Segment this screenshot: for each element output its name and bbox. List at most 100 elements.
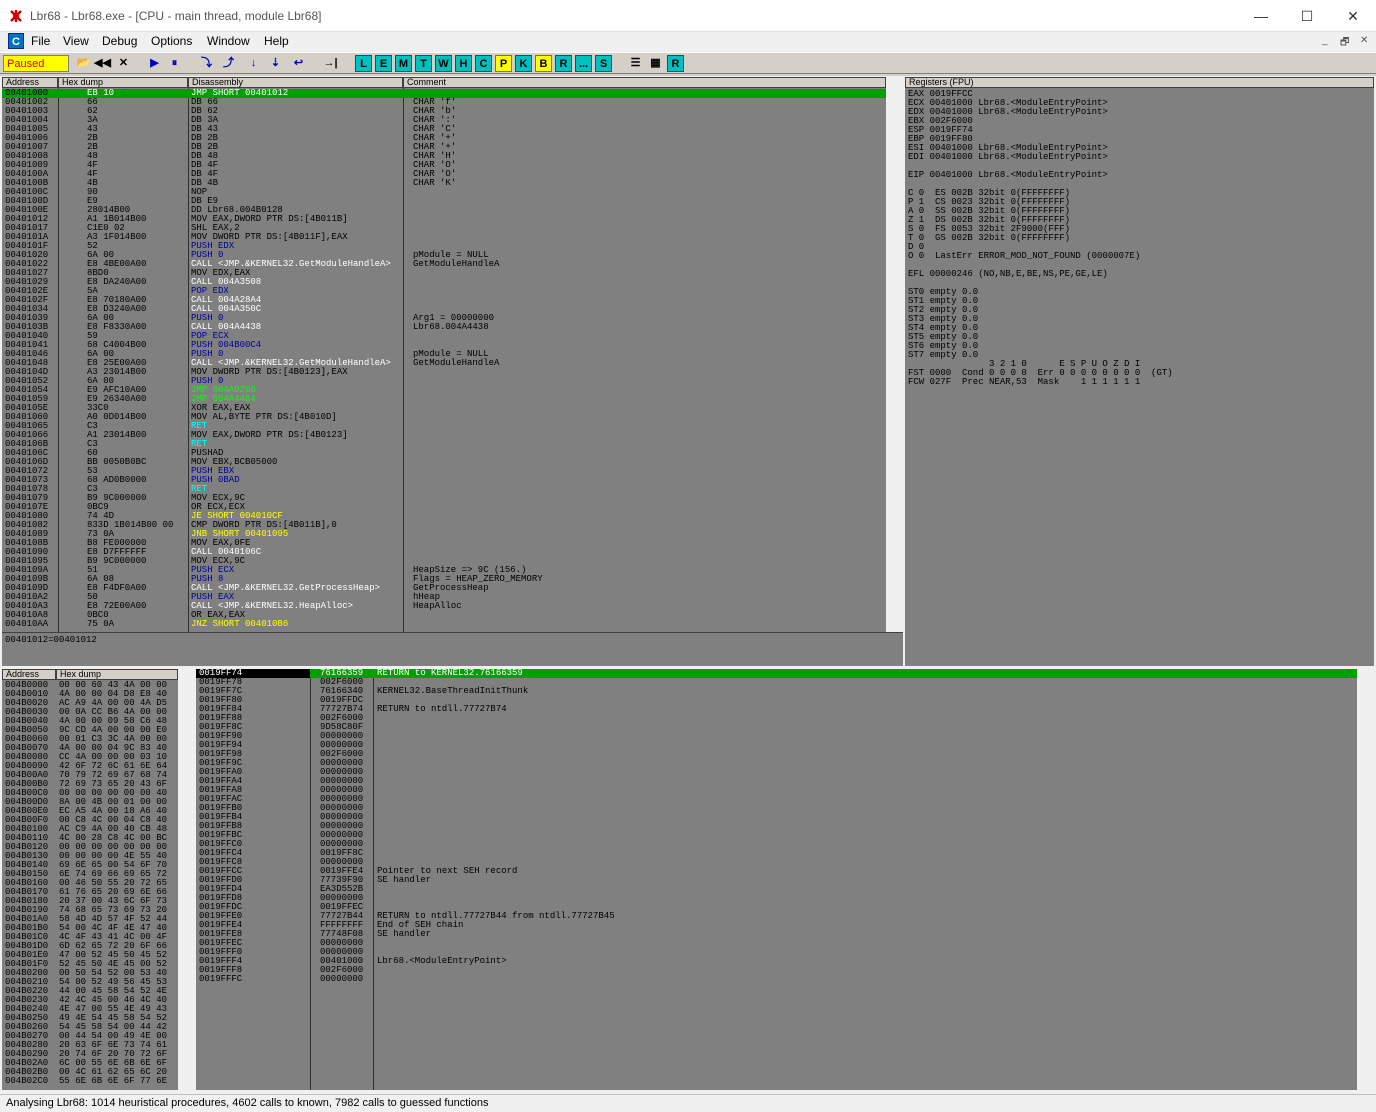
disasm-row[interactable]: 0040109D E8 F4DF0A00 CALL <JMP.&KERNEL32.G… [2, 584, 886, 593]
stack-row[interactable]: 0019FFF0 00000000 [196, 948, 1357, 957]
disassembly-scrollbar[interactable] [886, 77, 903, 632]
stack-row[interactable]: 0019FFFC 00000000 [196, 975, 1357, 984]
mdi-minimize-button[interactable]: _ [1322, 35, 1328, 46]
stack-row[interactable]: 0019FFA8 00000000 [196, 786, 1357, 795]
disasm-row[interactable]: 0040106B C3 RET [2, 440, 886, 449]
stack-row[interactable]: 0019FFBC 00000000 [196, 831, 1357, 840]
stack-row[interactable]: 0019FF94 00000000 [196, 741, 1357, 750]
register-line[interactable]: O 0 LastErr ERROR_MOD_NOT_FOUND (0000007… [908, 252, 1368, 261]
stack-row[interactable]: 0019FF74 76166359 RETURN to KERNEL32.76166… [196, 669, 1357, 678]
register-line[interactable]: EDX 00401000 Lbr68.<ModuleEntryPoint> [908, 108, 1368, 117]
stack-row[interactable]: 0019FFD0 77739F90 SE handler [196, 876, 1357, 885]
disassembly-pane[interactable]: Address Hex dump Disassembly Comment 004… [2, 77, 903, 632]
cpu-button[interactable]: C [475, 55, 492, 72]
run-icon[interactable]: ▶ [146, 55, 163, 72]
stack-row[interactable]: 0019FFD4 EA3D552B [196, 885, 1357, 894]
disasm-row[interactable]: 0040107E 0BC9 OR ECX,ECX [2, 503, 886, 512]
minimize-button[interactable]: — [1238, 0, 1284, 32]
disasm-row[interactable]: 00401082 833D 1B014B00 00 CMP DWORD PTR DS… [2, 521, 886, 530]
dump-pane[interactable]: Address Hex dump 004B0000 00 00 60 43 4A … [2, 669, 194, 1090]
run-trace-button[interactable]: ... [575, 55, 592, 72]
breakpoints-button[interactable]: B [535, 55, 552, 72]
disasm-row[interactable]: 0040100C 90 NOP [2, 188, 886, 197]
stack-row[interactable]: 0019FFE0 77727B44 RETURN to ntdll.77727B44… [196, 912, 1357, 921]
dump-row[interactable]: 004B02C0 55 6E 6B 6E 6F 77 6E [2, 1077, 178, 1086]
registers-pane[interactable]: Registers (FPU) EAX 0019FFCC ECX 00401000… [905, 77, 1374, 666]
stack-row[interactable]: 0019FFB4 00000000 [196, 813, 1357, 822]
register-line[interactable]: ESP 0019FF74 [908, 126, 1368, 135]
patches-button[interactable]: P [495, 55, 512, 72]
disasm-row[interactable]: 00401073 68 AD0B0000 PUSH 0BAD [2, 476, 886, 485]
step-over-icon[interactable]: ⤴ [220, 55, 237, 72]
stack-row[interactable]: 0019FF80 0019FFDC [196, 696, 1357, 705]
appearance-icon[interactable]: ▦ [647, 55, 664, 72]
disasm-row[interactable]: 00401066 A1 23014B00 MOV EAX,DWORD PTR DS:… [2, 431, 886, 440]
trace-over-icon[interactable]: ⇣ [267, 55, 284, 72]
stack-row[interactable]: 0019FFAC 00000000 [196, 795, 1357, 804]
register-line[interactable]: FCW 027F Prec NEAR,53 Mask 1 1 1 1 1 1 [908, 378, 1368, 387]
col-header-address[interactable]: Address [2, 77, 58, 88]
go-to-icon[interactable]: →| [322, 55, 339, 72]
mdi-restore-button[interactable]: 🗗 [1340, 35, 1349, 52]
stack-row[interactable]: 0019FFD8 00000000 [196, 894, 1357, 903]
stack-row[interactable]: 0019FFA4 00000000 [196, 777, 1357, 786]
windows-button[interactable]: W [435, 55, 452, 72]
register-line[interactable]: EDI 00401000 Lbr68.<ModuleEntryPoint> [908, 153, 1368, 162]
threads-button[interactable]: T [415, 55, 432, 72]
dump-col-address[interactable]: Address [2, 669, 56, 680]
disasm-row[interactable]: 004010A3 E8 72E00A00 CALL <JMP.&KERNEL32.H… [2, 602, 886, 611]
menu-options[interactable]: Options [151, 34, 192, 48]
registers-header[interactable]: Registers (FPU) [905, 77, 1374, 88]
step-into-icon[interactable]: ⤵ [198, 55, 215, 72]
close-program-icon[interactable]: ✕ [115, 55, 132, 72]
disasm-row[interactable]: 004010AA 75 0A JNZ SHORT 004010B6 [2, 620, 886, 629]
executable-modules-button[interactable]: E [375, 55, 392, 72]
stack-row[interactable]: 0019FF9C 00000000 [196, 759, 1357, 768]
trace-into-icon[interactable]: ↓ [245, 55, 262, 72]
help-reference-button[interactable]: R [667, 55, 684, 72]
stack-row[interactable]: 0019FF84 77727B74 RETURN to ntdll.77727B74 [196, 705, 1357, 714]
stack-row[interactable]: 0019FFC0 00000000 [196, 840, 1357, 849]
stack-row[interactable]: 0019FF88 002F6000 [196, 714, 1357, 723]
stack-row[interactable]: 0019FFC4 0019FF8C [196, 849, 1357, 858]
stack-row[interactable]: 0019FF8C 9D58C80F [196, 723, 1357, 732]
disasm-row[interactable]: 00401012 A1 1B014B00 MOV EAX,DWORD PTR DS:… [2, 215, 886, 224]
source-button[interactable]: S [595, 55, 612, 72]
menu-file[interactable]: File [31, 34, 50, 48]
stack-row[interactable]: 0019FF7C 76166340 KERNEL32.BaseThreadInitT… [196, 687, 1357, 696]
menu-window[interactable]: Window [207, 34, 250, 48]
stack-row[interactable]: 0019FF90 00000000 [196, 732, 1357, 741]
maximize-button[interactable]: ☐ [1284, 0, 1330, 32]
disasm-row[interactable]: 0040106D BB 0050B0BC MOV EBX,BCB05000 [2, 458, 886, 467]
disasm-row[interactable]: 004010A8 0BC0 OR EAX,EAX [2, 611, 886, 620]
disasm-row[interactable]: 00401029 E8 DA240A00 CALL 004A3508 [2, 278, 886, 287]
stack-row[interactable]: 0019FFF4 00401000 Lbr68.<ModuleEntryPoint> [196, 957, 1357, 966]
stack-row[interactable]: 0019FFF8 002F6000 [196, 966, 1357, 975]
register-line[interactable]: EIP 00401000 Lbr68.<ModuleEntryPoint> [908, 171, 1368, 180]
stack-row[interactable]: 0019FFC8 00000000 [196, 858, 1357, 867]
memory-map-button[interactable]: M [395, 55, 412, 72]
restart-icon[interactable]: ◀◀ [94, 55, 111, 72]
col-header-comment[interactable]: Comment [403, 77, 886, 88]
col-header-hex[interactable]: Hex dump [58, 77, 188, 88]
stack-row[interactable]: 0019FFDC 0019FFEC [196, 903, 1357, 912]
disasm-row[interactable]: 00401022 E8 4BE00A00 CALL <JMP.&KERNEL32.G… [2, 260, 886, 269]
execute-till-return-icon[interactable]: ↩ [290, 55, 307, 72]
call-stack-button[interactable]: K [515, 55, 532, 72]
stack-row[interactable]: 0019FFE4 FFFFFFFF End of SEH chain [196, 921, 1357, 930]
handles-button[interactable]: H [455, 55, 472, 72]
stack-pane[interactable]: 0019FF74 76166359 RETURN to KERNEL32.76166… [196, 669, 1374, 1090]
close-button[interactable]: ✕ [1330, 0, 1376, 32]
list-icon[interactable]: ☰ [627, 55, 644, 72]
cpu-window-icon[interactable]: C [8, 33, 24, 49]
stack-row[interactable]: 0019FF98 002F6000 [196, 750, 1357, 759]
log-window-button[interactable]: L [355, 55, 372, 72]
stack-row[interactable]: 0019FFCC 0019FFE4 Pointer to next SEH reco… [196, 867, 1357, 876]
disasm-row[interactable]: 00401079 B9 9C000000 MOV ECX,9C [2, 494, 886, 503]
stack-row[interactable]: 0019FFEC 00000000 [196, 939, 1357, 948]
menu-debug[interactable]: Debug [102, 34, 137, 48]
disasm-row[interactable]: 0040100B 4B DB 4B CHAR 'K' [2, 179, 886, 188]
register-line[interactable]: EFL 00000246 (NO,NB,E,BE,NS,PE,GE,LE) [908, 270, 1368, 279]
disasm-row[interactable]: 00401059 E9 26340A00 JMP 004A4484 [2, 395, 886, 404]
stack-row[interactable]: 0019FFA0 00000000 [196, 768, 1357, 777]
